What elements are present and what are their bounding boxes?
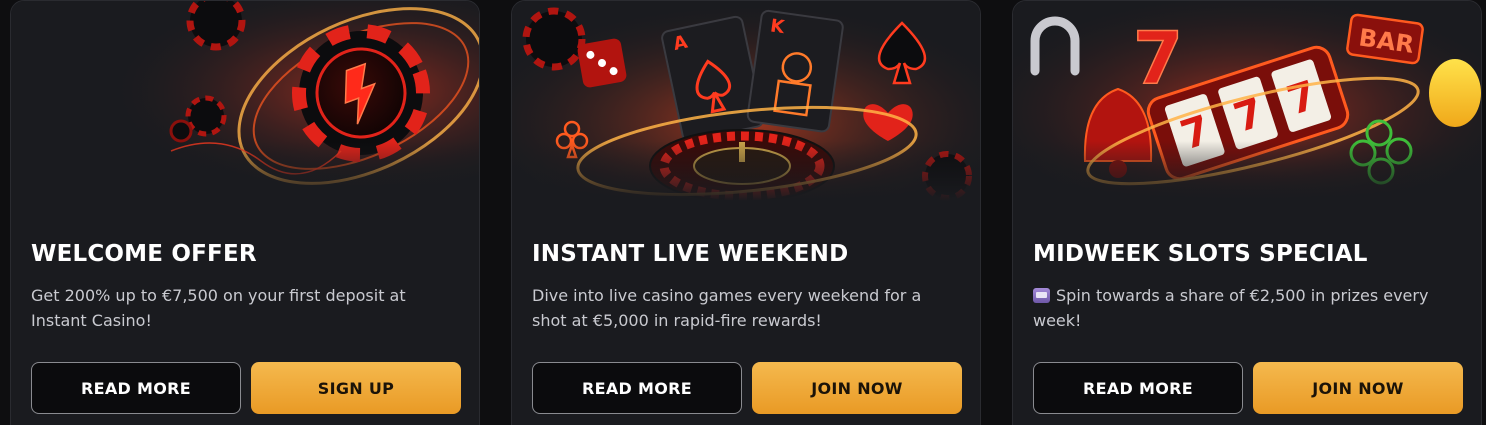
promo-description: Dive into live casino games every weeken… (532, 286, 922, 330)
promo-card-instant-live-weekend: A K INSTANT LIVE WEEKEND Dive into live … (511, 0, 981, 425)
join-now-button[interactable]: JOIN NOW (1253, 362, 1463, 414)
read-more-button[interactable]: READ MORE (532, 362, 742, 414)
svg-text:7: 7 (1133, 16, 1183, 100)
promo-title: WELCOME OFFER (31, 241, 257, 267)
promo-card-midweek-slots-special: 7 7 7 7 BAR MIDWEEK SLOTS SPECIAL Spin t… (1012, 0, 1482, 425)
promo-banner-image: 7 7 7 7 BAR (1013, 1, 1481, 201)
promo-description-text: Spin towards a share of €2,500 in prizes… (1033, 286, 1429, 330)
join-now-button[interactable]: JOIN NOW (752, 362, 962, 414)
promo-card-welcome-offer: WELCOME OFFER Get 200% up to €7,500 on y… (10, 0, 480, 425)
promo-banner-image (11, 1, 479, 201)
promo-title: INSTANT LIVE WEEKEND (532, 241, 849, 267)
sign-up-button[interactable]: SIGN UP (251, 362, 461, 414)
promo-description: Get 200% up to €7,500 on your first depo… (31, 286, 406, 330)
read-more-button[interactable]: READ MORE (31, 362, 241, 414)
promo-title: MIDWEEK SLOTS SPECIAL (1033, 241, 1368, 267)
promo-description: Spin towards a share of €2,500 in prizes… (1033, 283, 1453, 333)
read-more-button[interactable]: READ MORE (1033, 362, 1243, 414)
promo-banner-image: A K (512, 1, 980, 201)
slot-machine-emoji-icon (1033, 288, 1050, 303)
